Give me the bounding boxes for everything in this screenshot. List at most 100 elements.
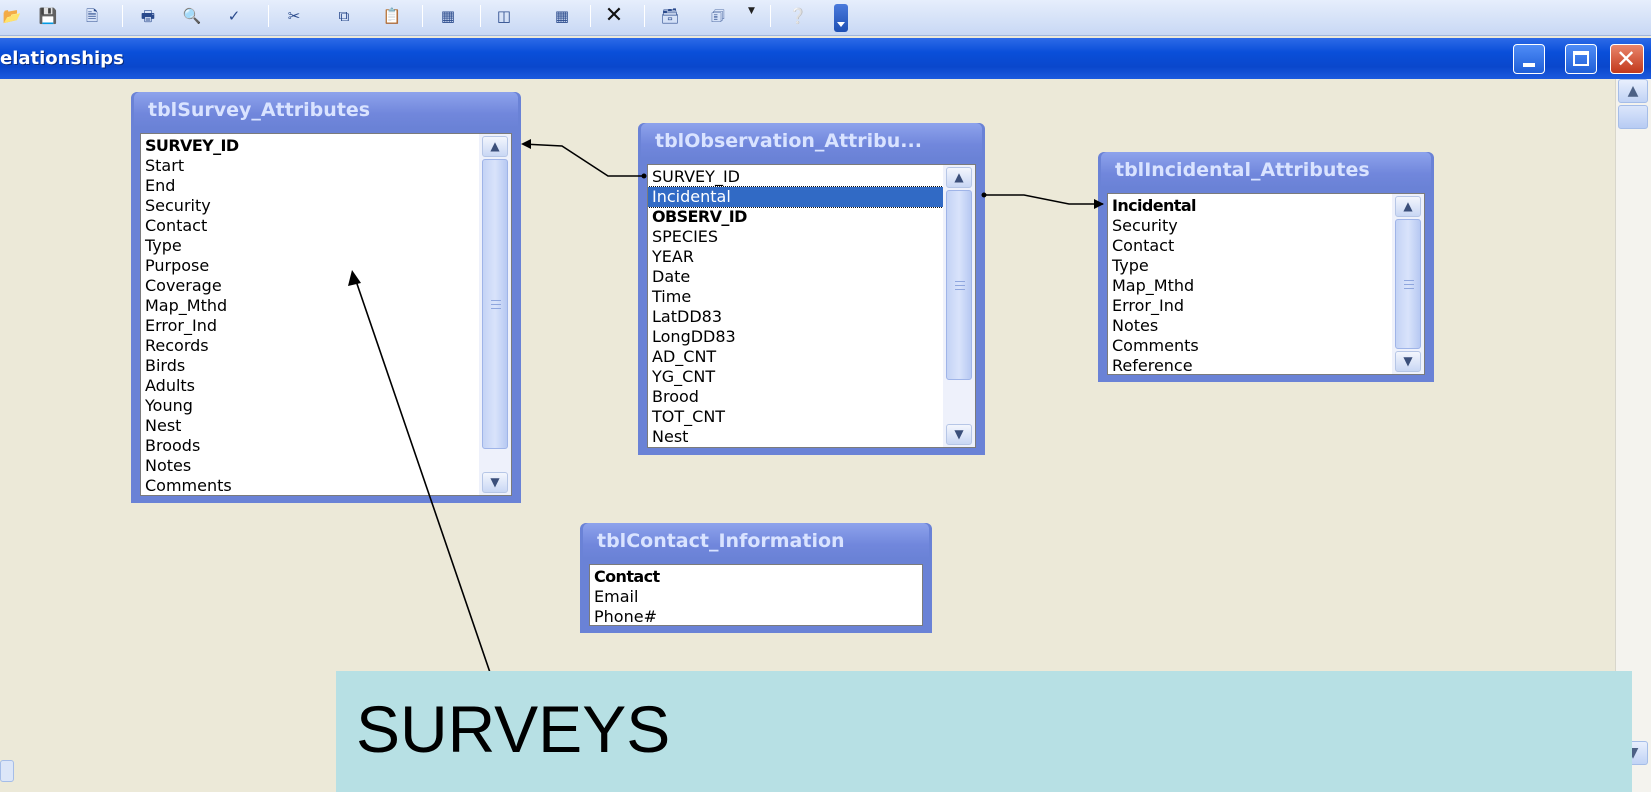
- spelling-icon[interactable]: ✓: [222, 3, 246, 29]
- field-item[interactable]: Nest: [648, 427, 943, 447]
- field-item[interactable]: Phone#: [590, 607, 922, 625]
- field-item[interactable]: Reference: [1108, 356, 1392, 374]
- field-list[interactable]: Incidental Security Contact Type Map_Mthd Err…: [1107, 193, 1425, 375]
- table-window-survey[interactable]: tblSurvey_Attributes SURVEY_ID Start End Se…: [131, 92, 521, 503]
- field-item[interactable]: Contact: [590, 567, 922, 587]
- delete-icon[interactable]: ✕: [602, 3, 626, 29]
- field-item[interactable]: YG_CNT: [648, 367, 943, 387]
- print-icon[interactable]: 🖶: [136, 3, 160, 29]
- callout-box: SURVEYS: [336, 671, 1632, 792]
- chevron-up-icon[interactable]: ▲: [946, 167, 972, 188]
- save-icon[interactable]: 💾: [36, 3, 60, 29]
- field-item[interactable]: Brood: [648, 387, 943, 407]
- field-list-scrollbar[interactable]: ▲ ▼: [1392, 194, 1424, 374]
- table-title[interactable]: tblSurvey_Attributes: [134, 92, 518, 128]
- table-window-observation[interactable]: tblObservation_Attribu... SURVEY_ID Incid…: [638, 123, 985, 455]
- scroll-thumb[interactable]: [1395, 219, 1421, 349]
- new-object-dropdown-icon[interactable]: 🗊: [706, 3, 730, 29]
- field-item[interactable]: Security: [141, 196, 479, 216]
- field-item[interactable]: Map_Mthd: [141, 296, 479, 316]
- field-item[interactable]: Start: [141, 156, 479, 176]
- field-item[interactable]: SURVEY_ID: [141, 136, 479, 156]
- field-list-scrollbar[interactable]: ▲ ▼: [479, 134, 511, 495]
- open-icon[interactable]: 📂: [0, 3, 24, 29]
- toolbar-separator: [590, 5, 591, 27]
- table-title[interactable]: tblIncidental_Attributes: [1101, 152, 1431, 188]
- dropdown-arrow-icon[interactable]: ▼: [748, 6, 755, 16]
- save-as-web-icon[interactable]: 🗎: [80, 3, 104, 29]
- scroll-thumb[interactable]: [946, 190, 972, 380]
- chevron-down-icon[interactable]: ▼: [1395, 351, 1421, 372]
- new-object-icon[interactable]: 🗃: [658, 3, 682, 29]
- toolbar-separator: [644, 5, 645, 27]
- field-item[interactable]: TOT_CNT: [648, 407, 943, 427]
- field-item[interactable]: Birds: [141, 356, 479, 376]
- cut-icon[interactable]: ✂: [282, 3, 306, 29]
- field-item[interactable]: Error_Ind: [141, 316, 479, 336]
- field-item[interactable]: LatDD83: [648, 307, 943, 327]
- toolbar-separator: [122, 5, 123, 27]
- table-window-incidental[interactable]: tblIncidental_Attributes Incidental Secur…: [1098, 152, 1434, 382]
- field-item[interactable]: Email: [590, 587, 922, 607]
- field-item[interactable]: Incidental: [648, 186, 943, 208]
- chevron-down-icon[interactable]: ▼: [482, 472, 508, 493]
- chevron-down-icon[interactable]: ▼: [946, 424, 972, 445]
- field-item[interactable]: Contact: [141, 216, 479, 236]
- toolbar-separator: [480, 5, 481, 27]
- field-item[interactable]: AD_CNT: [648, 347, 943, 367]
- paste-icon[interactable]: 📋: [380, 3, 404, 29]
- field-item[interactable]: Security: [1108, 216, 1392, 236]
- scroll-up-button[interactable]: ▲: [1618, 79, 1648, 103]
- table-window-contact[interactable]: tblContact_Information Contact Email Phone…: [580, 523, 932, 633]
- field-list-scrollbar[interactable]: ▲ ▼: [943, 165, 975, 447]
- field-list-items: Contact Email Phone#: [590, 567, 922, 625]
- table-title[interactable]: tblObservation_Attribu...: [641, 123, 982, 159]
- field-item[interactable]: SURVEY_ID: [648, 167, 943, 187]
- field-item[interactable]: SPECIES: [648, 227, 943, 247]
- show-table-icon[interactable]: ▦: [436, 3, 460, 29]
- field-item[interactable]: Records: [141, 336, 479, 356]
- field-item[interactable]: Map_Mthd: [1108, 276, 1392, 296]
- minimize-button[interactable]: [1513, 44, 1545, 74]
- chevron-up-icon[interactable]: ▲: [1395, 196, 1421, 217]
- chevron-up-icon[interactable]: ▲: [482, 136, 508, 157]
- field-list-items: SURVEY_ID Start End Security Contact Type Purp…: [141, 136, 479, 495]
- field-list[interactable]: SURVEY_ID Incidental OBSERV_ID SPECIES YEAR D…: [647, 164, 976, 448]
- field-item[interactable]: Nest: [141, 416, 479, 436]
- show-all-icon[interactable]: ▦: [550, 3, 574, 29]
- help-icon[interactable]: ❔: [786, 3, 810, 29]
- print-preview-icon[interactable]: 🔍: [180, 3, 204, 29]
- field-item[interactable]: Type: [141, 236, 479, 256]
- field-item[interactable]: Purpose: [141, 256, 479, 276]
- field-item[interactable]: Error_Ind: [1108, 296, 1392, 316]
- field-item[interactable]: Type: [1108, 256, 1392, 276]
- field-list[interactable]: Contact Email Phone#: [589, 564, 923, 626]
- field-item[interactable]: OBSERV_ID: [648, 207, 943, 227]
- maximize-button[interactable]: [1565, 44, 1597, 74]
- field-item[interactable]: LongDD83: [648, 327, 943, 347]
- toolbar-options-icon[interactable]: [834, 4, 848, 32]
- table-title[interactable]: tblContact_Information: [583, 523, 929, 559]
- field-item[interactable]: YEAR: [648, 247, 943, 267]
- scroll-thumb[interactable]: [1618, 105, 1648, 129]
- scroll-thumb[interactable]: [482, 159, 508, 449]
- show-direct-icon[interactable]: ◫: [492, 3, 516, 29]
- field-item[interactable]: Notes: [141, 456, 479, 476]
- field-item[interactable]: Broods: [141, 436, 479, 456]
- horizontal-scrollbar[interactable]: [0, 760, 14, 782]
- field-item[interactable]: Time: [648, 287, 943, 307]
- field-item[interactable]: Young: [141, 396, 479, 416]
- copy-icon[interactable]: ⧉: [332, 3, 356, 29]
- close-button[interactable]: ✕: [1610, 44, 1644, 74]
- field-item[interactable]: Comments: [1108, 336, 1392, 356]
- field-item[interactable]: Contact: [1108, 236, 1392, 256]
- field-item[interactable]: Incidental: [1108, 196, 1392, 216]
- field-item[interactable]: Adults: [141, 376, 479, 396]
- field-item[interactable]: Notes: [1108, 316, 1392, 336]
- field-item[interactable]: End: [141, 176, 479, 196]
- field-item[interactable]: Comments: [141, 476, 479, 495]
- window-titlebar[interactable]: elationships ✕: [0, 38, 1651, 79]
- field-list[interactable]: SURVEY_ID Start End Security Contact Type Purp…: [140, 133, 512, 496]
- field-item[interactable]: Date: [648, 267, 943, 287]
- field-item[interactable]: Coverage: [141, 276, 479, 296]
